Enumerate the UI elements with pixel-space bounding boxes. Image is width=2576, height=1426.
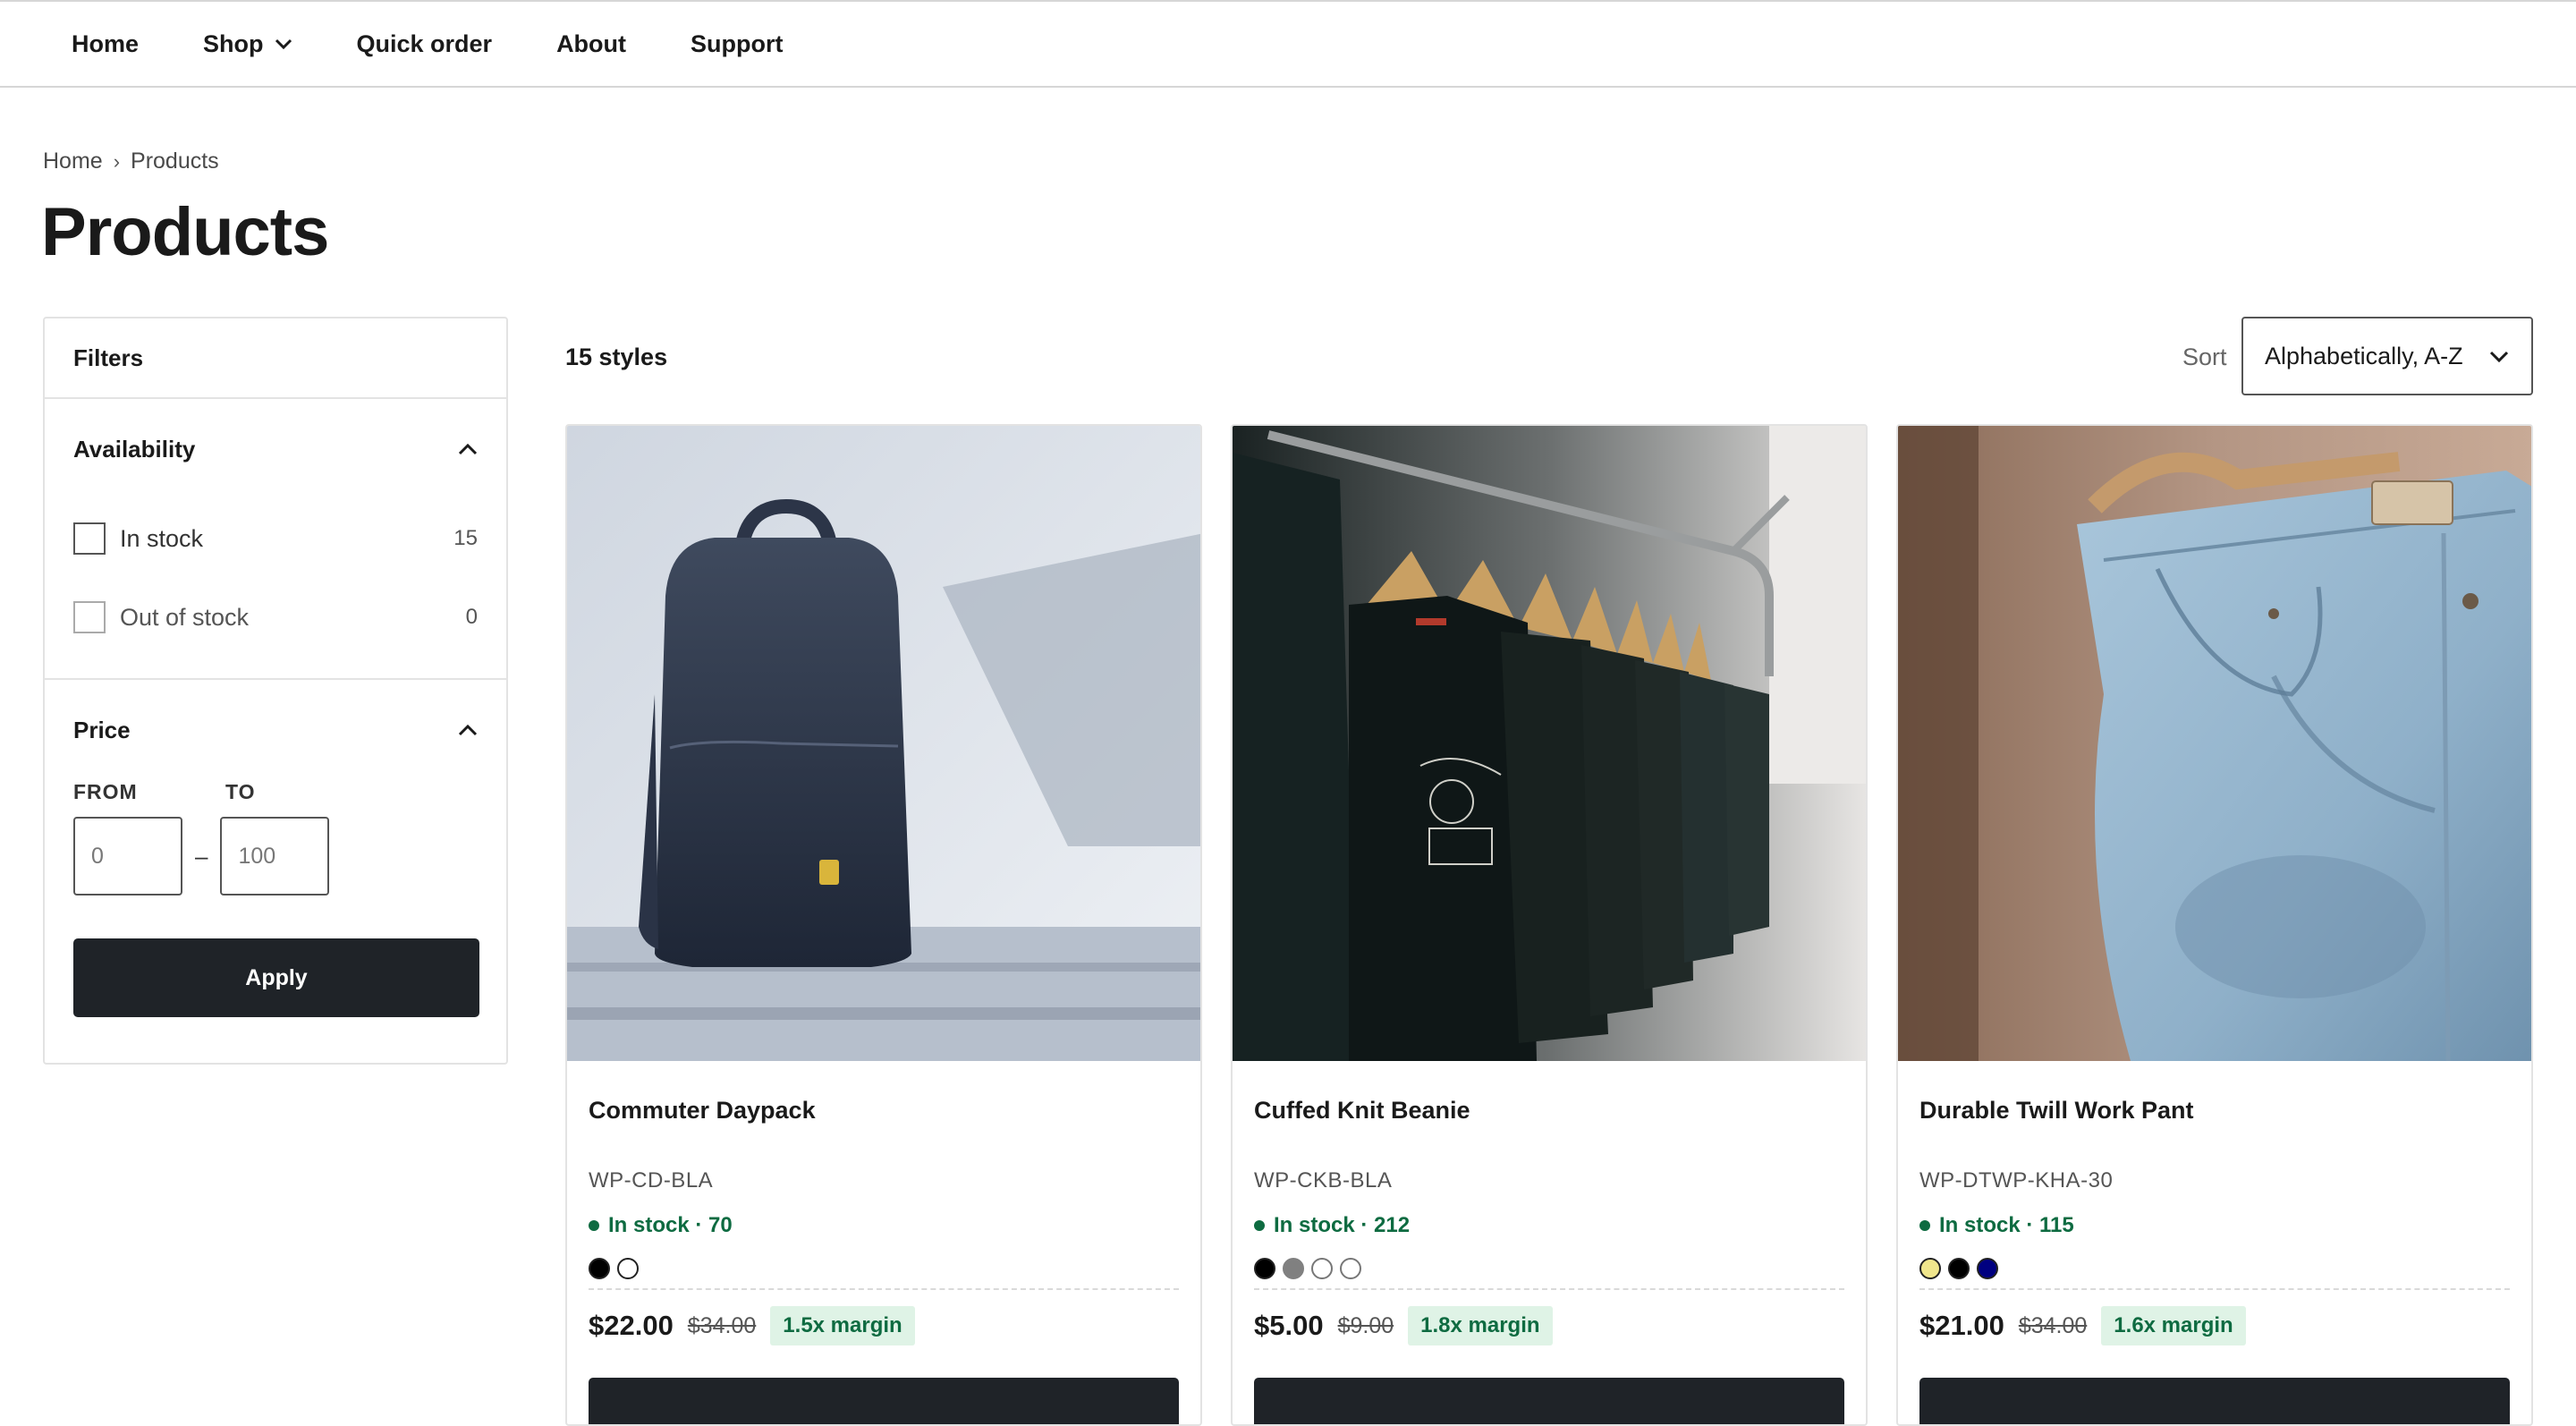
apply-button[interactable]: Apply <box>73 938 479 1017</box>
product-price: $22.00 <box>589 1310 674 1341</box>
product-card[interactable]: Cuffed Knit Beanie WP-CKB-BLA In stock ·… <box>1231 424 1868 1426</box>
price-from-input[interactable]: 0 <box>73 817 182 895</box>
out-of-stock-label: Out of stock <box>120 603 250 631</box>
filters-title: Filters <box>45 318 506 399</box>
product-sku: WP-CKB-BLA <box>1254 1168 1393 1193</box>
breadcrumb: Home › Products <box>43 149 219 174</box>
price-section: Price FROM TO 0 – 100 Apply <box>45 680 506 1059</box>
breadcrumb-home[interactable]: Home <box>43 149 103 174</box>
page-title: Products <box>41 194 329 270</box>
price-from-label: FROM <box>73 780 138 803</box>
nav-shop[interactable]: Shop <box>203 30 292 58</box>
stock-text: In stock · 70 <box>608 1213 733 1237</box>
out-of-stock-count: 0 <box>465 605 478 629</box>
product-sku: WP-CD-BLA <box>589 1168 714 1193</box>
color-swatches <box>589 1258 1179 1281</box>
color-swatches <box>1919 1258 2510 1281</box>
swatch-navy[interactable] <box>1977 1258 1998 1279</box>
availability-toggle[interactable]: Availability <box>73 399 478 499</box>
stock-text: In stock · 115 <box>1939 1213 2074 1237</box>
backpack-image <box>567 426 1200 1061</box>
product-image-jeans[interactable] <box>1898 426 2531 1061</box>
nav-shop-label: Shop <box>203 30 264 57</box>
add-to-cart-button[interactable] <box>1919 1378 2510 1424</box>
product-price: $21.00 <box>1919 1310 2004 1341</box>
divider <box>1254 1288 1844 1290</box>
swatch-white[interactable] <box>1340 1258 1361 1279</box>
product-sku: WP-DTWP-KHA-30 <box>1919 1168 2114 1193</box>
margin-badge: 1.8x margin <box>1408 1306 1553 1345</box>
product-name[interactable]: Durable Twill Work Pant <box>1919 1097 2510 1133</box>
compare-price: $34.00 <box>2018 1312 2088 1338</box>
price-range-dash: – <box>195 842 208 870</box>
margin-badge: 1.5x margin <box>770 1306 915 1345</box>
product-name[interactable]: Commuter Daypack <box>589 1097 1179 1133</box>
swatch-black[interactable] <box>589 1258 610 1279</box>
color-swatches <box>1254 1258 1844 1281</box>
swatch-khaki[interactable] <box>1919 1258 1941 1279</box>
availability-section: Availability In stock 15 Out of stock 0 <box>45 399 506 680</box>
swatch-gray[interactable] <box>1283 1258 1304 1279</box>
add-to-cart-button[interactable] <box>1254 1378 1844 1424</box>
price-heading: Price <box>73 716 131 743</box>
stock-text: In stock · 212 <box>1274 1213 1411 1237</box>
tshirts-image <box>1233 426 1866 1061</box>
price-to-input[interactable]: 100 <box>220 817 330 895</box>
product-card[interactable]: Durable Twill Work Pant WP-DTWP-KHA-30 I… <box>1896 424 2533 1426</box>
chevron-up-icon <box>458 724 478 736</box>
compare-price: $34.00 <box>687 1312 757 1338</box>
divider <box>589 1288 1179 1290</box>
stock-dot-icon <box>1254 1220 1265 1231</box>
nav-home[interactable]: Home <box>72 30 139 58</box>
breadcrumb-separator: › <box>113 149 121 173</box>
sort-select[interactable]: Alphabetically, A-Z <box>2241 317 2533 395</box>
stock-dot-icon <box>589 1220 599 1231</box>
filters-panel: Filters Availability In stock 15 Out of … <box>43 317 508 1065</box>
swatch-white[interactable] <box>1311 1258 1333 1279</box>
price-toggle[interactable]: Price <box>73 680 478 780</box>
nav-quick-order[interactable]: Quick order <box>357 30 493 58</box>
in-stock-count: 15 <box>453 526 478 550</box>
divider <box>1919 1288 2510 1290</box>
swatch-black[interactable] <box>1948 1258 1970 1279</box>
nav-about[interactable]: About <box>556 30 626 58</box>
stock-status: In stock · 115 <box>1919 1213 2510 1238</box>
sort-label: Sort <box>2182 344 2227 370</box>
chevron-up-icon <box>458 443 478 455</box>
stock-status: In stock · 212 <box>1254 1213 1844 1238</box>
nav-support[interactable]: Support <box>691 30 783 58</box>
compare-price: $9.00 <box>1337 1312 1394 1338</box>
top-navigation: Home Shop Quick order About Support <box>0 0 2576 88</box>
product-name[interactable]: Cuffed Knit Beanie <box>1254 1097 1844 1133</box>
breadcrumb-current: Products <box>131 149 219 174</box>
jeans-image <box>1898 426 2531 1061</box>
chevron-down-icon <box>275 38 292 50</box>
price-to-label: TO <box>225 780 256 803</box>
filter-in-stock[interactable]: In stock 15 <box>73 499 478 578</box>
product-card[interactable]: Commuter Daypack WP-CD-BLA In stock · 70… <box>565 424 1202 1426</box>
sort-value: Alphabetically, A-Z <box>2265 342 2463 369</box>
in-stock-checkbox[interactable] <box>73 522 106 555</box>
availability-heading: Availability <box>73 435 196 463</box>
results-count: 15 styles <box>565 344 668 370</box>
chevron-down-icon <box>2489 351 2509 363</box>
filter-out-of-stock[interactable]: Out of stock 0 <box>73 578 478 657</box>
stock-status: In stock · 70 <box>589 1213 1179 1238</box>
add-to-cart-button[interactable] <box>589 1378 1179 1424</box>
stock-dot-icon <box>1919 1220 1930 1231</box>
product-image-tshirts[interactable] <box>1233 426 1866 1061</box>
in-stock-label: In stock <box>120 524 204 552</box>
margin-badge: 1.6x margin <box>2101 1306 2246 1345</box>
swatch-white[interactable] <box>617 1258 639 1279</box>
product-image-backpack[interactable] <box>567 426 1200 1061</box>
out-of-stock-checkbox[interactable] <box>73 601 106 633</box>
swatch-black[interactable] <box>1254 1258 1275 1279</box>
product-price: $5.00 <box>1254 1310 1324 1341</box>
